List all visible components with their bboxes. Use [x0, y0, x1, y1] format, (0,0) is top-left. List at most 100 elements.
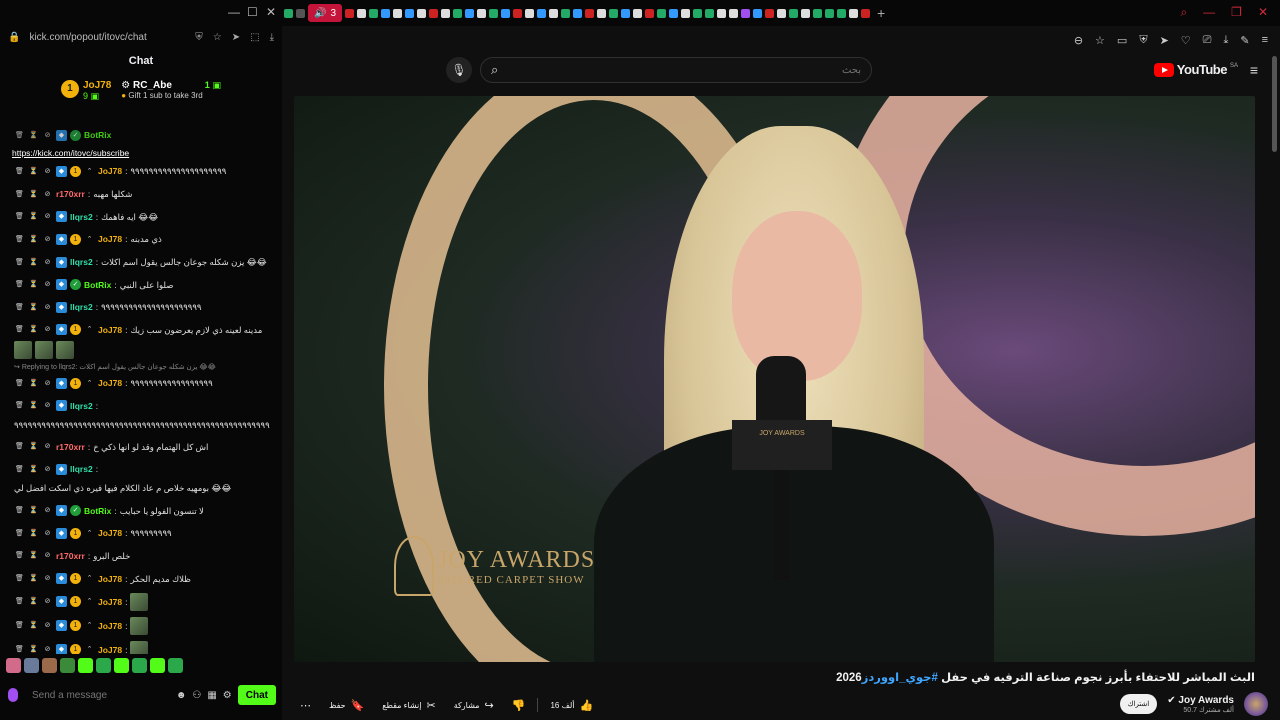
emote-icon[interactable] — [24, 658, 39, 673]
ban-icon[interactable]: ⊘ — [42, 550, 53, 561]
trash-icon[interactable]: 🗑 — [14, 596, 25, 607]
tab-favicon[interactable] — [417, 8, 427, 18]
tab-favicon[interactable] — [369, 8, 379, 18]
tab-favicon[interactable] — [477, 8, 487, 18]
tab-favicon[interactable] — [609, 8, 619, 18]
trash-icon[interactable]: 🗑 — [14, 573, 25, 584]
clip-button[interactable]: إنشاء مقطع ✂ — [376, 694, 441, 716]
menu-icon[interactable]: ≡ — [1262, 34, 1268, 47]
timeout-icon[interactable]: ⏳ — [28, 528, 39, 539]
ban-icon[interactable]: ⊘ — [42, 324, 53, 335]
chat-username[interactable]: JoJ78 — [98, 231, 122, 247]
emote-icon[interactable] — [114, 658, 129, 673]
tab-favicon[interactable] — [681, 8, 691, 18]
tab-favicon[interactable] — [405, 8, 415, 18]
timeout-icon[interactable]: ⏳ — [28, 378, 39, 389]
chat-message[interactable]: 🗑 ⏳ ⊘ r170xrr: خلص البرو — [0, 545, 282, 568]
ban-icon[interactable]: ⊘ — [42, 644, 53, 654]
youtube-logo[interactable]: YouTube SA — [1153, 62, 1238, 77]
send-icon[interactable]: ➤ — [1160, 34, 1169, 47]
chat-username[interactable]: llqrs2 — [70, 461, 93, 477]
tab-favicon[interactable] — [861, 8, 871, 18]
emote-icon[interactable] — [6, 658, 21, 673]
chat-message[interactable]: 🗑 ⏳ ⊘ ◆ 1 ⌃ JoJ78: ٩٩٩٩٩٩٩٩٩ — [0, 522, 282, 545]
chat-message[interactable]: 🗑 ⏳ ⊘ ◆ ✓ BotRix: لا تنسون الفولو يا حبا… — [0, 499, 282, 522]
microphone-icon[interactable]: 🎙 — [446, 57, 472, 83]
trash-icon[interactable]: 🗑 — [14, 378, 25, 389]
ban-icon[interactable]: ⊘ — [42, 130, 53, 141]
emote-icon[interactable] — [78, 658, 93, 673]
tab-favicon[interactable] — [789, 8, 799, 18]
ban-icon[interactable]: ⊘ — [42, 257, 53, 268]
chat-username[interactable]: JoJ78 — [98, 322, 122, 338]
tab-favicon[interactable] — [585, 8, 595, 18]
chat-message[interactable]: 🗑 ⏳ ⊘ ◆ ✓ BotRix — [0, 124, 282, 146]
trash-icon[interactable]: 🗑 — [14, 189, 25, 200]
tab-favicon[interactable] — [561, 8, 571, 18]
timeout-icon[interactable]: ⏳ — [28, 596, 39, 607]
like-button[interactable]: 16 ألف 👍 — [544, 694, 599, 716]
send-icon[interactable]: ➤ — [232, 32, 240, 43]
popout-url[interactable]: kick.com/popout/itovc/chat — [29, 32, 195, 43]
tab-favicon[interactable] — [549, 8, 559, 18]
open-in-browser-icon[interactable]: ⬚ — [250, 32, 259, 43]
restore-icon[interactable]: ❐ — [1231, 5, 1242, 20]
tab-favicon[interactable] — [717, 8, 727, 18]
emote-icon[interactable] — [96, 658, 111, 673]
gear-icon[interactable]: ⚙ — [223, 690, 232, 701]
tab-favicon[interactable] — [465, 8, 475, 18]
ban-icon[interactable]: ⊘ — [42, 528, 53, 539]
chat-message[interactable]: 🗑 ⏳ ⊘ ◆ llqrs2: ٩٩٩٩٩٩٩٩٩٩٩٩٩٩٩٩٩٩٩٩٩٩٩٩… — [0, 395, 282, 436]
emote-icon[interactable] — [168, 658, 183, 673]
chat-username[interactable]: r170xrr — [56, 548, 85, 564]
dislike-button[interactable]: 👎 — [506, 694, 532, 716]
tab-favicon[interactable] — [801, 8, 811, 18]
ban-icon[interactable]: ⊘ — [42, 464, 53, 475]
hamburger-menu-icon[interactable]: ≡ — [1250, 62, 1258, 78]
timeout-icon[interactable]: ⏳ — [28, 279, 39, 290]
screenshot-icon[interactable]: ⎚ — [1203, 34, 1212, 47]
chat-message[interactable]: 🗑 ⏳ ⊘ ◆ llqrs2: ايه فاهمك 😂😂 — [0, 205, 282, 228]
tab-favicon[interactable] — [357, 8, 367, 18]
chat-message[interactable]: 🗑 ⏳ ⊘ ◆ 1 ⌃ JoJ78: ٩٩٩٩٩٩٩٩٩٩٩٩٩٩٩٩٩٩ — [0, 372, 282, 395]
ban-icon[interactable]: ⊘ — [42, 166, 53, 177]
tab-favicon[interactable] — [621, 8, 631, 18]
ban-icon[interactable]: ⊘ — [42, 211, 53, 222]
timeout-icon[interactable]: ⏳ — [28, 211, 39, 222]
search-tabs-icon[interactable]: ⌕ — [1180, 5, 1187, 20]
timeout-icon[interactable]: ⏳ — [28, 302, 39, 313]
emoji-icon[interactable]: ☻ — [176, 690, 187, 701]
channel-avatar[interactable] — [1244, 692, 1268, 716]
tab-favicon[interactable] — [489, 8, 499, 18]
trash-icon[interactable]: 🗑 — [14, 166, 25, 177]
lock-icon[interactable]: 🔒 — [8, 32, 20, 43]
tab-favicon[interactable] — [393, 8, 403, 18]
translate-icon[interactable]: ✎ — [1240, 34, 1249, 47]
tab-favicon[interactable] — [441, 8, 451, 18]
new-tab-icon[interactable]: + — [877, 5, 885, 21]
ban-icon[interactable]: ⊘ — [42, 189, 53, 200]
chat-message[interactable]: 🗑 ⏳ ⊘ ◆ 1 ⌃ JoJ78: — [0, 590, 282, 614]
tab-favicon[interactable] — [705, 8, 715, 18]
subscribe-button[interactable]: اشتراك — [1119, 694, 1158, 714]
ban-icon[interactable]: ⊘ — [42, 302, 53, 313]
chat-username[interactable]: BotRix — [84, 503, 111, 519]
chat-username[interactable]: llqrs2 — [70, 398, 93, 414]
channel-info[interactable]: ✔ Joy Awards 50.7 ألف مشترك — [1167, 695, 1234, 714]
tab-favicon[interactable] — [429, 8, 439, 18]
timeout-icon[interactable]: ⏳ — [28, 441, 39, 452]
minimize-icon[interactable]: — — [1203, 5, 1215, 20]
tab-favicon[interactable] — [753, 8, 763, 18]
chat-message[interactable]: 🗑 ⏳ ⊘ ◆ 1 ⌃ JoJ78: ذي مدبنه — [0, 228, 282, 251]
save-button[interactable]: حفظ 🔖 — [323, 694, 370, 716]
timeout-icon[interactable]: ⏳ — [28, 324, 39, 335]
chat-message[interactable]: 🗑 ⏳ ⊘ ◆ llqrs2: يزن شكله جوعان جالس يقول… — [0, 251, 282, 274]
active-tab[interactable]: 🔊 3 — [308, 4, 343, 22]
trash-icon[interactable]: 🗑 — [14, 528, 25, 539]
chat-message[interactable]: 🗑 ⏳ ⊘ r170xrr: اش كل الهتمام وقد لو انها… — [0, 436, 282, 459]
reply-context[interactable]: ↪ Replying to llqrs2: يزن شكله جوعان جال… — [0, 362, 282, 372]
chat-message[interactable]: 🗑 ⏳ ⊘ ◆ 1 ⌃ JoJ78: — [0, 638, 282, 654]
trash-icon[interactable]: 🗑 — [14, 644, 25, 654]
emote-icon[interactable] — [150, 658, 165, 673]
ban-icon[interactable]: ⊘ — [42, 400, 53, 411]
